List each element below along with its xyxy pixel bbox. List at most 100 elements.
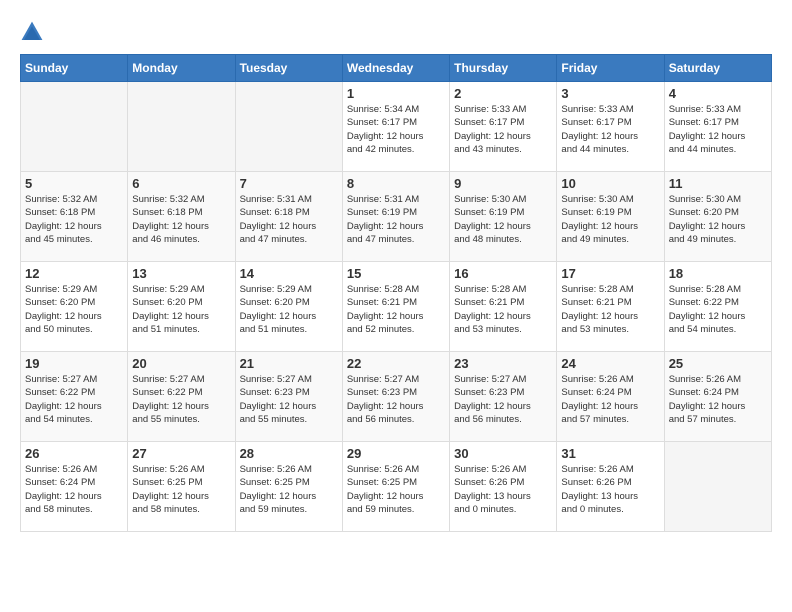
day-number: 19	[25, 356, 123, 371]
day-info: Sunrise: 5:29 AM Sunset: 6:20 PM Dayligh…	[240, 283, 338, 336]
day-info: Sunrise: 5:29 AM Sunset: 6:20 PM Dayligh…	[25, 283, 123, 336]
day-info: Sunrise: 5:26 AM Sunset: 6:25 PM Dayligh…	[132, 463, 230, 516]
calendar-week-row: 1 Sunrise: 5:34 AM Sunset: 6:17 PM Daylig…	[21, 82, 772, 172]
day-number: 22	[347, 356, 445, 371]
calendar-cell: 20 Sunrise: 5:27 AM Sunset: 6:22 PM Dayli…	[128, 352, 235, 442]
day-header-friday: Friday	[557, 55, 664, 82]
calendar-cell: 25 Sunrise: 5:26 AM Sunset: 6:24 PM Dayli…	[664, 352, 771, 442]
day-number: 13	[132, 266, 230, 281]
day-info: Sunrise: 5:34 AM Sunset: 6:17 PM Dayligh…	[347, 103, 445, 156]
day-info: Sunrise: 5:29 AM Sunset: 6:20 PM Dayligh…	[132, 283, 230, 336]
day-info: Sunrise: 5:26 AM Sunset: 6:26 PM Dayligh…	[454, 463, 552, 516]
day-number: 21	[240, 356, 338, 371]
logo	[20, 20, 48, 44]
day-info: Sunrise: 5:32 AM Sunset: 6:18 PM Dayligh…	[132, 193, 230, 246]
day-info: Sunrise: 5:26 AM Sunset: 6:24 PM Dayligh…	[669, 373, 767, 426]
day-header-thursday: Thursday	[450, 55, 557, 82]
day-number: 2	[454, 86, 552, 101]
day-number: 3	[561, 86, 659, 101]
day-header-wednesday: Wednesday	[342, 55, 449, 82]
calendar-cell: 14 Sunrise: 5:29 AM Sunset: 6:20 PM Dayli…	[235, 262, 342, 352]
calendar-week-row: 5 Sunrise: 5:32 AM Sunset: 6:18 PM Daylig…	[21, 172, 772, 262]
day-number: 20	[132, 356, 230, 371]
day-info: Sunrise: 5:28 AM Sunset: 6:22 PM Dayligh…	[669, 283, 767, 336]
calendar-cell	[235, 82, 342, 172]
calendar-cell: 8Sunrise: 5:31 AM Sunset: 6:19 PM Daylig…	[342, 172, 449, 262]
day-number: 27	[132, 446, 230, 461]
calendar-cell: 27 Sunrise: 5:26 AM Sunset: 6:25 PM Dayli…	[128, 442, 235, 532]
day-info: Sunrise: 5:28 AM Sunset: 6:21 PM Dayligh…	[454, 283, 552, 336]
day-info: Sunrise: 5:32 AM Sunset: 6:18 PM Dayligh…	[25, 193, 123, 246]
day-number: 9	[454, 176, 552, 191]
day-number: 25	[669, 356, 767, 371]
page-header	[20, 20, 772, 44]
calendar-week-row: 19 Sunrise: 5:27 AM Sunset: 6:22 PM Dayli…	[21, 352, 772, 442]
day-info: Sunrise: 5:26 AM Sunset: 6:25 PM Dayligh…	[347, 463, 445, 516]
day-info: Sunrise: 5:27 AM Sunset: 6:23 PM Dayligh…	[240, 373, 338, 426]
calendar-cell: 28 Sunrise: 5:26 AM Sunset: 6:25 PM Dayli…	[235, 442, 342, 532]
day-info: Sunrise: 5:27 AM Sunset: 6:23 PM Dayligh…	[347, 373, 445, 426]
day-number: 18	[669, 266, 767, 281]
day-number: 17	[561, 266, 659, 281]
day-number: 31	[561, 446, 659, 461]
day-number: 1	[347, 86, 445, 101]
calendar-cell: 5 Sunrise: 5:32 AM Sunset: 6:18 PM Daylig…	[21, 172, 128, 262]
day-info: Sunrise: 5:30 AM Sunset: 6:20 PM Dayligh…	[669, 193, 767, 246]
day-info: Sunrise: 5:27 AM Sunset: 6:23 PM Dayligh…	[454, 373, 552, 426]
calendar-cell	[664, 442, 771, 532]
calendar-cell: 2 Sunrise: 5:33 AM Sunset: 6:17 PM Daylig…	[450, 82, 557, 172]
day-info: Sunrise: 5:26 AM Sunset: 6:24 PM Dayligh…	[25, 463, 123, 516]
calendar-cell: 6 Sunrise: 5:32 AM Sunset: 6:18 PM Daylig…	[128, 172, 235, 262]
day-number: 14	[240, 266, 338, 281]
day-number: 12	[25, 266, 123, 281]
day-header-sunday: Sunday	[21, 55, 128, 82]
calendar-cell: 30Sunrise: 5:26 AM Sunset: 6:26 PM Dayli…	[450, 442, 557, 532]
calendar-cell: 13 Sunrise: 5:29 AM Sunset: 6:20 PM Dayli…	[128, 262, 235, 352]
calendar-cell: 3 Sunrise: 5:33 AM Sunset: 6:17 PM Daylig…	[557, 82, 664, 172]
calendar-cell	[21, 82, 128, 172]
day-info: Sunrise: 5:33 AM Sunset: 6:17 PM Dayligh…	[669, 103, 767, 156]
calendar-cell	[128, 82, 235, 172]
calendar-cell: 22 Sunrise: 5:27 AM Sunset: 6:23 PM Dayli…	[342, 352, 449, 442]
day-number: 11	[669, 176, 767, 191]
calendar-cell: 18 Sunrise: 5:28 AM Sunset: 6:22 PM Dayli…	[664, 262, 771, 352]
day-header-tuesday: Tuesday	[235, 55, 342, 82]
day-info: Sunrise: 5:33 AM Sunset: 6:17 PM Dayligh…	[454, 103, 552, 156]
day-info: Sunrise: 5:33 AM Sunset: 6:17 PM Dayligh…	[561, 103, 659, 156]
day-number: 23	[454, 356, 552, 371]
calendar-cell: 12 Sunrise: 5:29 AM Sunset: 6:20 PM Dayli…	[21, 262, 128, 352]
calendar-cell: 23 Sunrise: 5:27 AM Sunset: 6:23 PM Dayli…	[450, 352, 557, 442]
day-number: 4	[669, 86, 767, 101]
day-info: Sunrise: 5:26 AM Sunset: 6:26 PM Dayligh…	[561, 463, 659, 516]
calendar-cell: 21 Sunrise: 5:27 AM Sunset: 6:23 PM Dayli…	[235, 352, 342, 442]
calendar-cell: 7 Sunrise: 5:31 AM Sunset: 6:18 PM Daylig…	[235, 172, 342, 262]
calendar-cell: 26Sunrise: 5:26 AM Sunset: 6:24 PM Dayli…	[21, 442, 128, 532]
day-number: 5	[25, 176, 123, 191]
day-info: Sunrise: 5:26 AM Sunset: 6:24 PM Dayligh…	[561, 373, 659, 426]
calendar-cell: 24 Sunrise: 5:26 AM Sunset: 6:24 PM Dayli…	[557, 352, 664, 442]
day-info: Sunrise: 5:28 AM Sunset: 6:21 PM Dayligh…	[561, 283, 659, 336]
day-info: Sunrise: 5:30 AM Sunset: 6:19 PM Dayligh…	[454, 193, 552, 246]
calendar-cell: 11 Sunrise: 5:30 AM Sunset: 6:20 PM Dayli…	[664, 172, 771, 262]
day-number: 16	[454, 266, 552, 281]
calendar-cell: 1 Sunrise: 5:34 AM Sunset: 6:17 PM Daylig…	[342, 82, 449, 172]
day-header-saturday: Saturday	[664, 55, 771, 82]
day-number: 6	[132, 176, 230, 191]
calendar-cell: 31 Sunrise: 5:26 AM Sunset: 6:26 PM Dayli…	[557, 442, 664, 532]
calendar-cell: 17 Sunrise: 5:28 AM Sunset: 6:21 PM Dayli…	[557, 262, 664, 352]
day-number: 28	[240, 446, 338, 461]
calendar-table: SundayMondayTuesdayWednesdayThursdayFrid…	[20, 54, 772, 532]
logo-icon	[20, 20, 44, 44]
calendar-cell: 4 Sunrise: 5:33 AM Sunset: 6:17 PM Daylig…	[664, 82, 771, 172]
calendar-cell: 29Sunrise: 5:26 AM Sunset: 6:25 PM Dayli…	[342, 442, 449, 532]
day-number: 24	[561, 356, 659, 371]
day-info: Sunrise: 5:26 AM Sunset: 6:25 PM Dayligh…	[240, 463, 338, 516]
day-header-monday: Monday	[128, 55, 235, 82]
calendar-cell: 19Sunrise: 5:27 AM Sunset: 6:22 PM Dayli…	[21, 352, 128, 442]
day-info: Sunrise: 5:31 AM Sunset: 6:19 PM Dayligh…	[347, 193, 445, 246]
calendar-cell: 15Sunrise: 5:28 AM Sunset: 6:21 PM Dayli…	[342, 262, 449, 352]
day-number: 7	[240, 176, 338, 191]
day-info: Sunrise: 5:27 AM Sunset: 6:22 PM Dayligh…	[132, 373, 230, 426]
day-info: Sunrise: 5:31 AM Sunset: 6:18 PM Dayligh…	[240, 193, 338, 246]
calendar-header-row: SundayMondayTuesdayWednesdayThursdayFrid…	[21, 55, 772, 82]
